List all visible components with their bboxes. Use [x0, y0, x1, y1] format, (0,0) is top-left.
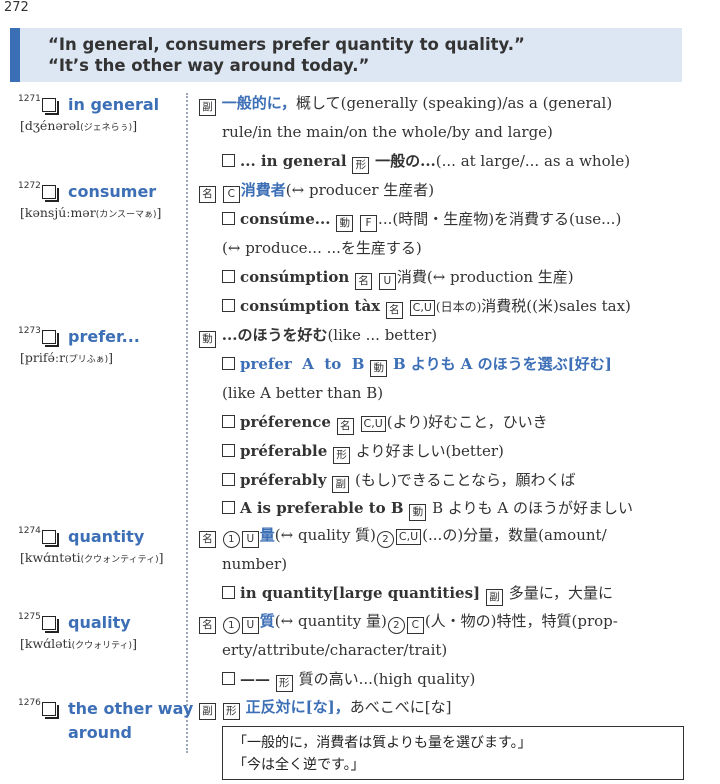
- countable-icon: C: [222, 186, 240, 203]
- pos-verb-icon: 動: [409, 504, 427, 521]
- def-line: 名 1 U 質(↔ quantity 量) 2 C (人・物の)特性，特質(prop-: [198, 610, 618, 634]
- banner-line-1: “In general, consumers prefer quantity t…: [48, 35, 525, 54]
- checkbox-icon[interactable]: [222, 586, 235, 599]
- formal-icon: F: [360, 215, 378, 232]
- checkbox-icon[interactable]: [42, 616, 59, 633]
- checkbox-icon[interactable]: [222, 672, 235, 685]
- checkbox-icon[interactable]: [222, 212, 235, 225]
- checkbox-icon[interactable]: [222, 357, 235, 370]
- headword-continued: around: [68, 723, 132, 742]
- pos-adjective-icon: 形: [222, 703, 240, 720]
- banner-line-2: “It’s the other way around today.”: [48, 56, 370, 75]
- countable-icon: C: [406, 617, 424, 634]
- pos-adjective-icon: 形: [352, 157, 370, 174]
- entry-number: 1272: [18, 181, 41, 191]
- checkbox-icon[interactable]: [222, 501, 235, 514]
- pronunciation: [kwɑ́ntəti(クウォンティティ)]: [20, 550, 164, 565]
- translation-line-1: 「一般的に，消費者は質よりも量を選びます。」: [233, 735, 532, 751]
- pos-noun-icon: 名: [199, 186, 216, 203]
- def-line: prefer A to B 動 B よりも A のほうを選ぶ[好む]: [222, 353, 612, 377]
- checkbox-icon[interactable]: [42, 702, 59, 719]
- entry-number: 1274: [18, 526, 41, 536]
- headword: quantity: [68, 527, 145, 546]
- pos-noun-icon: 名: [199, 531, 216, 548]
- checkbox-icon[interactable]: [222, 270, 235, 283]
- headword: prefer...: [68, 327, 140, 346]
- headword: in general: [68, 95, 160, 114]
- def-line: erty/attribute/character/trait): [222, 641, 448, 659]
- checkbox-icon[interactable]: [42, 185, 59, 202]
- pos-verb-icon: 動: [370, 360, 388, 377]
- def-line: consúme... 動 F ...(時間・生産物)を消費する(use...): [222, 208, 621, 232]
- uncountable-icon: U: [241, 617, 259, 634]
- entry-number: 1271: [18, 94, 41, 104]
- pos-adverb-icon: 副: [485, 589, 503, 606]
- def-line: 名 1 U 量(↔ quality 質) 2 C,U (...の)分量，数量(amount…: [198, 524, 607, 548]
- countable-uncountable-icon: C,U: [395, 529, 422, 545]
- def-line: —— 形 質の高い...(high quality): [222, 668, 475, 692]
- def-line: rule/in the main/on the whole/by and lar…: [222, 123, 553, 141]
- sense-number-icon: 1: [222, 617, 240, 634]
- def-line: 名 C 消費者(↔ producer 生産者): [198, 179, 434, 203]
- checkbox-icon[interactable]: [42, 530, 59, 547]
- def-line: (↔ produce... ...を生産する): [222, 239, 422, 257]
- def-line: 副 一般的に，概して(generally (speaking)/as a (ge…: [198, 92, 612, 116]
- pos-verb-icon: 動: [199, 331, 216, 348]
- def-line: in quantity[large quantities] 副 多量に，大量に: [222, 582, 613, 606]
- pos-adverb-icon: 副: [332, 476, 350, 493]
- pos-adverb-icon: 副: [199, 703, 216, 720]
- def-line: préferable 形 より好ましい(better): [222, 440, 504, 464]
- sense-number-icon: 1: [222, 531, 240, 548]
- def-line: consúmption 名 U 消費(↔ production 生産): [222, 266, 574, 290]
- pos-noun-icon: 名: [336, 418, 354, 435]
- checkbox-icon[interactable]: [222, 299, 235, 312]
- entry-number: 1275: [18, 612, 41, 622]
- pos-noun-icon: 名: [199, 617, 216, 634]
- checkbox-icon[interactable]: [222, 473, 235, 486]
- page-number: 272: [4, 0, 29, 15]
- pos-adverb-icon: 副: [199, 99, 216, 116]
- banner-sentences: “In general, consumers prefer quantity t…: [48, 34, 525, 76]
- checkbox-icon[interactable]: [222, 415, 235, 428]
- def-line: 副 形 正反対に[な]，あべこべに[な]: [198, 696, 451, 720]
- def-line: number): [222, 555, 288, 573]
- pos-noun-icon: 名: [355, 273, 373, 290]
- pos-noun-icon: 名: [385, 302, 403, 319]
- checkbox-icon[interactable]: [42, 98, 59, 115]
- countable-uncountable-icon: C,U: [360, 416, 386, 432]
- pronunciation: [dʒénərəl(ジェネらぅ)]: [20, 118, 138, 133]
- column-divider: [186, 93, 188, 753]
- def-line: 動 ...のほうを好む(like ... better): [198, 324, 437, 348]
- headword: the other way: [68, 699, 194, 718]
- checkbox-icon[interactable]: [222, 154, 235, 167]
- def-line: A is preferable to B 動 B よりも A のほうが好ましい: [222, 497, 633, 521]
- banner-accent-bar: [10, 28, 20, 82]
- pos-adjective-icon: 形: [333, 447, 351, 464]
- entry-number: 1273: [18, 326, 41, 336]
- pos-verb-icon: 動: [336, 215, 354, 232]
- headword: quality: [68, 613, 131, 632]
- countable-uncountable-icon: C,U: [409, 300, 435, 316]
- pronunciation: [prifə́ːr(プリふぁ)]: [20, 350, 113, 365]
- def-line: consúmption tàx 名 C,U (日本の)消費税((米)sales t…: [222, 295, 631, 319]
- entry-number: 1276: [18, 698, 41, 708]
- checkbox-icon[interactable]: [222, 444, 235, 457]
- sense-number-icon: 2: [387, 617, 405, 634]
- def-line: ... in general 形 一般の...(... at large/...…: [222, 150, 630, 174]
- pronunciation: [kənsjúːmər(カンスーマぁ)]: [20, 205, 162, 220]
- pronunciation: [kwɑ́ləti(クウォリティ)]: [20, 636, 137, 651]
- headword: consumer: [68, 182, 157, 201]
- sense-number-icon: 2: [376, 531, 394, 548]
- uncountable-icon: U: [378, 273, 396, 290]
- translation-line-2: 「今は全く逆です。」: [233, 757, 365, 773]
- translation-box: 「一般的に，消費者は質よりも量を選びます。」 「今は全く逆です。」: [222, 726, 684, 780]
- def-line: (like A better than B): [222, 384, 384, 402]
- pos-adjective-icon: 形: [275, 675, 293, 692]
- checkbox-icon[interactable]: [42, 330, 59, 347]
- uncountable-icon: U: [241, 531, 259, 548]
- def-line: préferably 副 (もし)できることなら，願わくば: [222, 469, 576, 493]
- def-line: préference 名 C,U (より)好むこと，ひいき: [222, 411, 548, 435]
